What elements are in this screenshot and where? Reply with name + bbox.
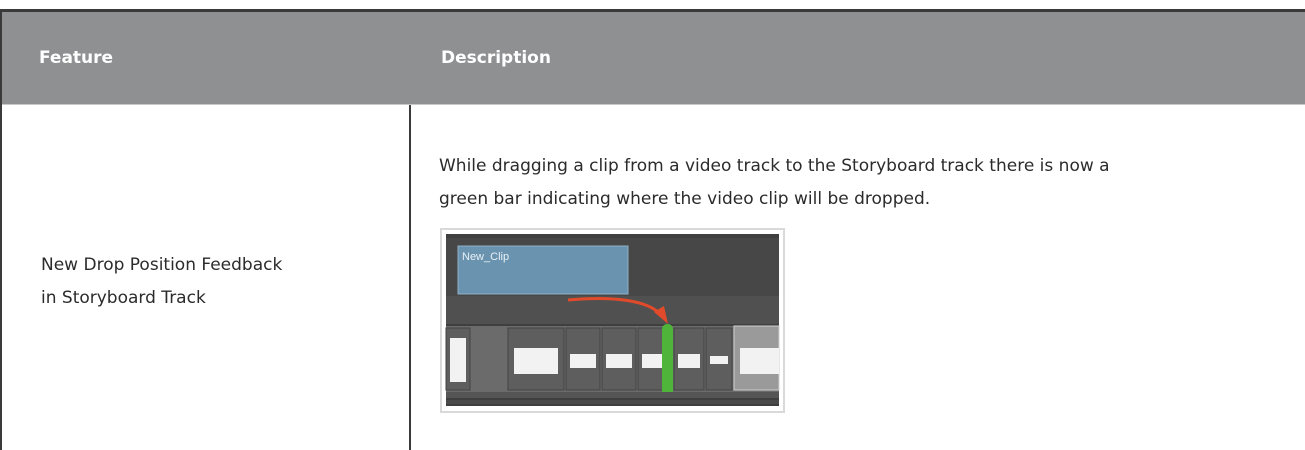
- panel-thumbnail: [710, 356, 728, 364]
- description-cell: While dragging a clip from a video track…: [439, 150, 1289, 216]
- feature-cell: New Drop Position Feedback in Storyboard…: [41, 249, 371, 315]
- feature-name-line: in Storyboard Track: [41, 288, 206, 308]
- feature-name-line: New Drop Position Feedback: [41, 255, 283, 275]
- table-header: Feature Description: [2, 12, 1305, 105]
- timeline-bottom-strip: [446, 392, 779, 398]
- description-line: green bar indicating where the video cli…: [439, 189, 931, 209]
- header-separator: [2, 104, 1305, 105]
- description-line: While dragging a clip from a video track…: [439, 156, 1110, 176]
- panel-thumbnail: [606, 354, 632, 368]
- header-feature: Feature: [39, 48, 114, 68]
- panel-thumbnail: [678, 354, 700, 368]
- timeline-bottom-strip: [446, 400, 779, 404]
- panel-thumbnail: [570, 354, 596, 368]
- panel-thumbnail: [514, 348, 558, 374]
- panel-thumbnail: [450, 338, 466, 382]
- timeline-screenshot: New_Clip: [445, 234, 780, 406]
- drop-position-bar: [662, 324, 673, 396]
- header-description: Description: [441, 48, 551, 68]
- timeline-illustration: New_Clip: [440, 228, 785, 413]
- panel-thumbnail: [740, 348, 779, 374]
- clip-label: New_Clip: [462, 251, 509, 263]
